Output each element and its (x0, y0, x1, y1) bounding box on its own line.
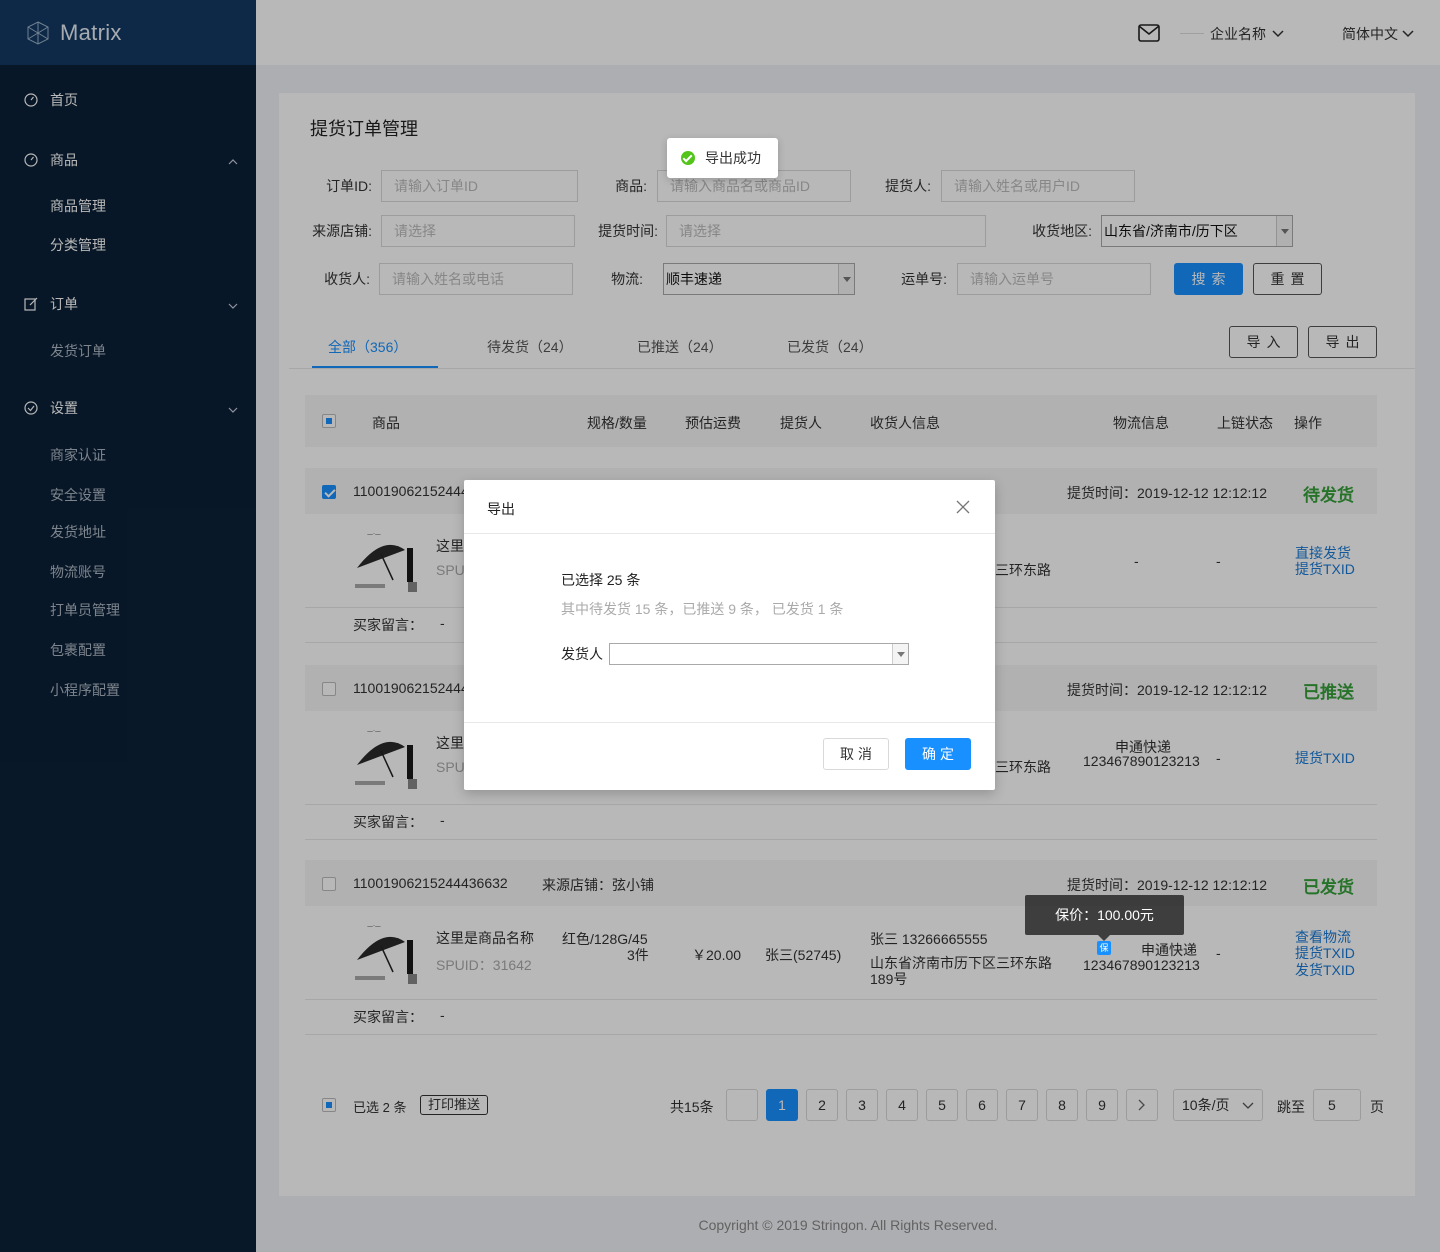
close-icon[interactable] (955, 499, 971, 515)
cancel-button[interactable]: 取消 (823, 738, 889, 770)
shipper-label: 发货人 (561, 646, 603, 662)
modal-title: 导出 (487, 501, 515, 517)
selected-breakdown: 其中待发货 15 条，已推送 9 条， 已发货 1 条 (561, 601, 844, 617)
modal-footer-divider (464, 722, 995, 723)
toast-text: 导出成功 (705, 150, 761, 166)
success-toast: 导出成功 (667, 138, 778, 178)
insured-tooltip: 保价：100.00元 (1025, 895, 1184, 941)
dropdown-arrow-icon (892, 644, 908, 664)
shipper-select[interactable] (609, 643, 909, 665)
insured-badge[interactable]: 保 (1097, 941, 1111, 955)
success-check-icon (681, 151, 695, 165)
confirm-button[interactable]: 确定 (905, 738, 971, 770)
export-modal: 导出 已选择 25 条 其中待发货 15 条，已推送 9 条， 已发货 1 条 … (464, 480, 995, 790)
selected-summary: 已选择 25 条 (561, 572, 641, 588)
modal-header-divider (464, 533, 995, 534)
